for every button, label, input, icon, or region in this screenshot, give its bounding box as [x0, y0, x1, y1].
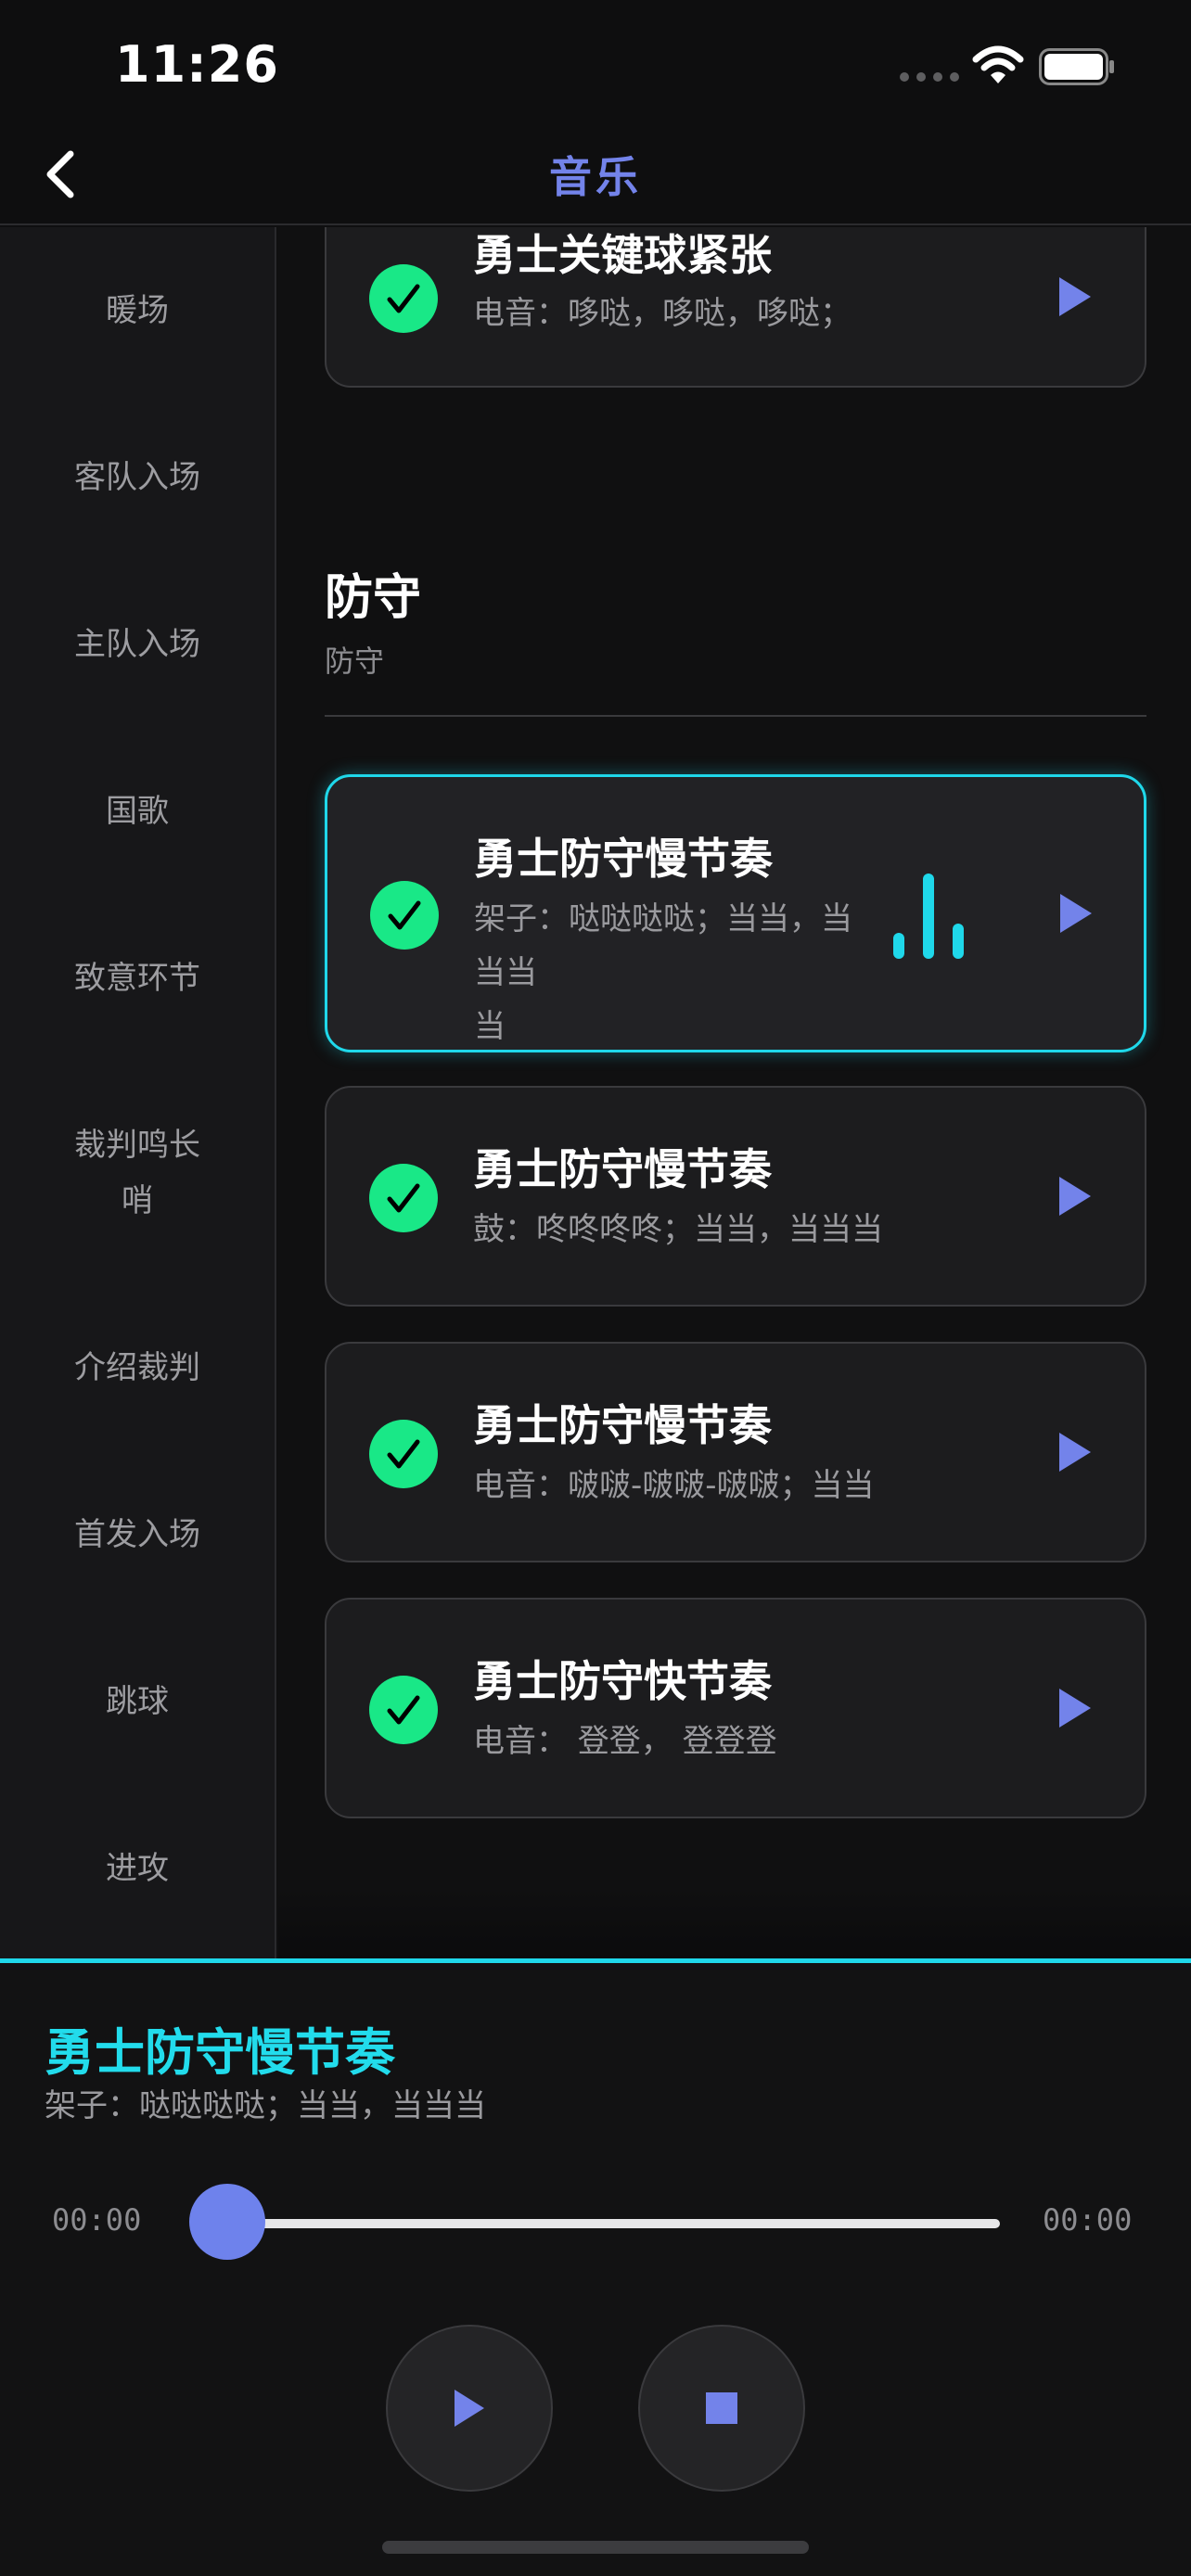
- sidebar-item-offense[interactable]: 进攻: [0, 1841, 275, 1896]
- equalizer-icon: [893, 874, 964, 959]
- category-sidebar: 暖场 客队入场 主队入场 国歌 致意环节 裁判鸣长 哨 介绍裁判 首发入场 跳球…: [0, 227, 276, 1959]
- battery-icon: [1039, 48, 1114, 85]
- music-card[interactable]: 勇士防守慢节奏 电音：啵啵-啵啵-啵啵；当当: [325, 1342, 1146, 1562]
- music-card-active[interactable]: 勇士防守慢节奏 架子：哒哒哒哒；当当，当当当 当: [325, 774, 1146, 1052]
- card-subtitle: 鼓：咚咚咚咚；当当，当当当: [473, 1211, 883, 1248]
- back-chevron-icon[interactable]: [37, 135, 111, 210]
- wifi-icon: [972, 45, 1024, 83]
- play-icon[interactable]: [1056, 1175, 1093, 1218]
- status-bar: 11:26: [0, 0, 1191, 130]
- time-total: 00:00: [1043, 2202, 1133, 2238]
- sidebar-item-home-entrance[interactable]: 主队入场: [0, 617, 275, 672]
- card-subtitle: 架子：哒哒哒哒；当当，当当当 当: [474, 900, 852, 1045]
- play-icon[interactable]: [1056, 275, 1093, 318]
- check-icon: [369, 264, 438, 333]
- section-title: 防守: [325, 570, 422, 626]
- play-icon[interactable]: [1056, 1431, 1093, 1473]
- sidebar-item-salute[interactable]: 致意环节: [0, 950, 275, 1006]
- now-playing-panel: 勇士防守慢节奏 架子：哒哒哒哒；当当，当当当 00:00 00:00: [0, 1958, 1191, 2576]
- card-title: 勇士防守快节奏: [473, 1656, 772, 1706]
- check-icon: [370, 881, 439, 950]
- sidebar-item-referee-whistle[interactable]: 裁判鸣长 哨: [0, 1117, 275, 1229]
- sidebar-item-warmup[interactable]: 暖场: [0, 283, 275, 338]
- play-icon[interactable]: [1056, 1687, 1093, 1729]
- check-icon: [369, 1164, 438, 1232]
- progress-track[interactable]: [223, 2219, 1000, 2228]
- section-subtitle: 防守: [325, 644, 385, 679]
- sidebar-item-away-entrance[interactable]: 客队入场: [0, 450, 275, 505]
- card-subtitle: 电音： 登登， 登登登: [473, 1723, 777, 1760]
- play-icon: [455, 2390, 484, 2427]
- home-indicator: [382, 2541, 809, 2554]
- card-title: 勇士防守慢节奏: [473, 1144, 772, 1194]
- sidebar-item-starters[interactable]: 首发入场: [0, 1507, 275, 1562]
- music-card[interactable]: 勇士防守慢节奏 鼓：咚咚咚咚；当当，当当当: [325, 1086, 1146, 1307]
- progress-slider-thumb[interactable]: [189, 2184, 265, 2260]
- card-subtitle: 电音：啵啵-啵啵-啵啵；当当: [473, 1467, 875, 1504]
- play-button[interactable]: [386, 2325, 553, 2492]
- card-subtitle: 电音：哆哒，哆哒，哆哒；: [473, 295, 852, 332]
- card-title: 勇士防守慢节奏: [474, 834, 773, 884]
- card-title: 勇士关键球紧张: [473, 230, 772, 280]
- list-fade: [278, 1887, 1191, 1959]
- music-card[interactable]: 勇士防守快节奏 电音： 登登， 登登登: [325, 1598, 1146, 1818]
- check-icon: [369, 1676, 438, 1744]
- time-elapsed: 00:00: [52, 2202, 142, 2238]
- check-icon: [369, 1420, 438, 1488]
- status-time: 11:26: [115, 35, 279, 94]
- music-list: 勇士关键球紧张 电音：哆哒，哆哒，哆哒； 防守 防守 勇士防守慢节奏 架子：哒哒…: [278, 227, 1191, 1959]
- sidebar-item-jump-ball[interactable]: 跳球: [0, 1674, 275, 1729]
- signal-dots-icon: [900, 72, 959, 82]
- sidebar-item-introduce-referee[interactable]: 介绍裁判: [0, 1340, 275, 1396]
- music-card[interactable]: 勇士关键球紧张 电音：哆哒，哆哒，哆哒；: [325, 227, 1146, 388]
- sidebar-item-anthem[interactable]: 国歌: [0, 784, 275, 839]
- now-playing-title: 勇士防守慢节奏: [45, 2023, 395, 2082]
- stop-icon: [706, 2392, 737, 2424]
- page-title: 音乐: [549, 152, 642, 202]
- now-playing-subtitle: 架子：哒哒哒哒；当当，当当当: [45, 2087, 486, 2124]
- card-title: 勇士防守慢节奏: [473, 1400, 772, 1450]
- nav-header: 音乐: [0, 130, 1191, 225]
- section-divider: [325, 715, 1146, 717]
- stop-button[interactable]: [638, 2325, 805, 2492]
- play-icon[interactable]: [1057, 892, 1094, 935]
